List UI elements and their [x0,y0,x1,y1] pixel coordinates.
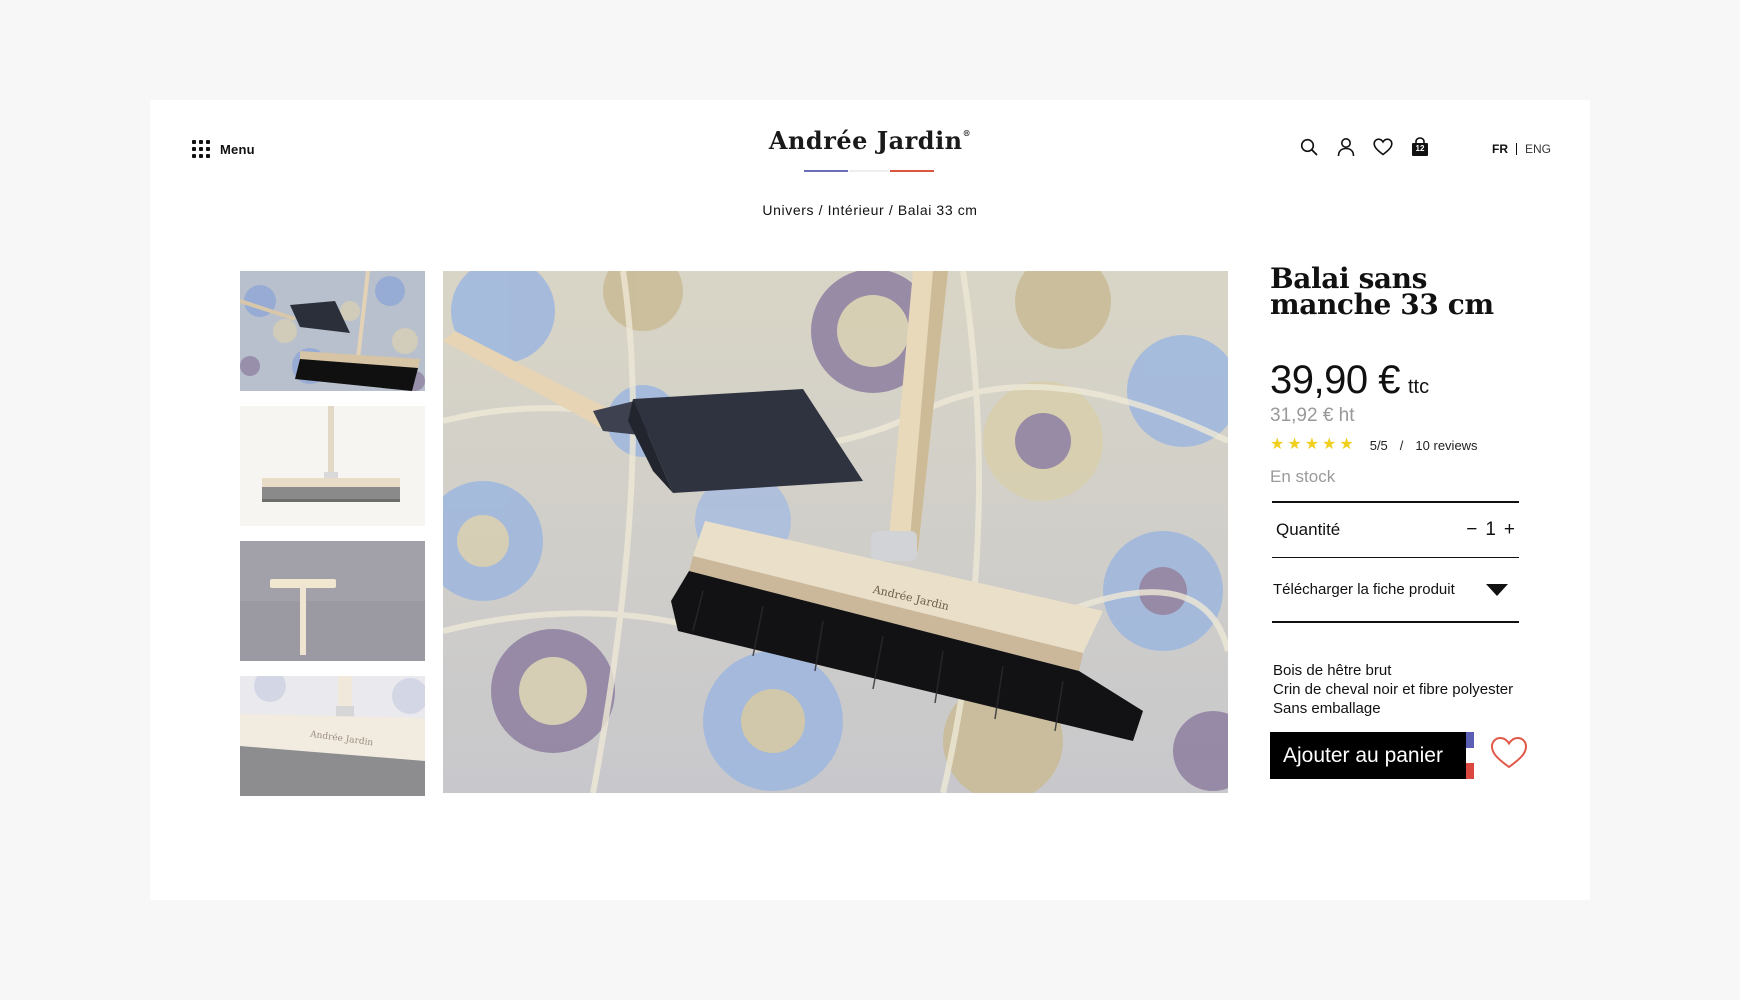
add-to-cart-button[interactable]: Ajouter au panier [1270,732,1474,780]
star-icon: ★ [1287,436,1302,453]
thumbnail-gallery: Andrée Jardin [240,271,425,811]
cart-count-badge: 12 [1415,144,1425,153]
price-ttc: 39,90 € ttc [1270,358,1550,403]
logo-text: Andrée Jardin® [768,126,972,155]
feature-item: Bois de hêtre brut [1273,662,1392,679]
star-icon: ★ [1339,436,1354,453]
breadcrumb-univers[interactable]: Univers [762,202,814,218]
lang-en[interactable]: ENG [1525,142,1551,156]
bag-icon[interactable]: 12 [1409,136,1431,158]
star-rating-icons: ★ ★ ★ ★ ★ [1270,437,1354,453]
stock-status: En stock [1270,467,1336,486]
price-value: 39,90 € [1270,358,1400,402]
thumbnail-2[interactable] [240,406,425,526]
reviews-link[interactable]: 10 reviews [1415,438,1477,453]
rating-value: 5/5 [1369,437,1388,453]
thumbnail-1[interactable] [240,271,425,391]
thumbnail-4[interactable]: Andrée Jardin [240,676,425,796]
breadcrumb-interieur[interactable]: Intérieur [828,202,885,218]
quantity-label: Quantité [1276,520,1341,539]
product-features: Bois de hêtre brut Crin de cheval noir e… [1273,661,1550,718]
star-icon: ★ [1322,436,1337,453]
add-to-cart-label: Ajouter au panier [1283,743,1443,767]
heart-icon[interactable] [1372,136,1394,158]
quantity-row: Quantité − 1 + [1272,501,1519,558]
lang-fr[interactable]: FR [1492,142,1508,156]
language-switcher: FR ENG [1492,142,1551,156]
french-flag-stripe [1466,732,1474,780]
product-info: Balai sans manche 33 cm 39,90 € ttc 31,9… [1270,262,1550,780]
main-product-image[interactable]: Andrée Jardin [443,271,1228,793]
breadcrumb: Univers / Intérieur / Balai 33 cm [762,202,978,218]
search-icon[interactable] [1298,136,1320,158]
header-icons: 12 [1298,136,1431,158]
star-icon: ★ [1270,436,1285,453]
page-card: Menu Andrée Jardin® 12 FR ENG Univers / … [150,100,1590,900]
quantity-stepper: − 1 + [1466,519,1515,541]
logo-flag-underline [804,170,934,172]
ttc-label: ttc [1407,376,1430,398]
product-title: Balai sans manche 33 cm [1270,262,1494,321]
rating[interactable]: ★ ★ ★ ★ ★ 5/5 / 10 reviews [1270,437,1550,453]
feature-item: Crin de cheval noir et fibre polyester [1273,681,1514,698]
user-icon[interactable] [1335,136,1357,158]
download-sheet-label: Télécharger la fiche produit [1273,581,1455,598]
quantity-increment-button[interactable]: + [1504,519,1515,541]
download-sheet-toggle[interactable]: Télécharger la fiche produit [1272,558,1519,623]
cta-row: Ajouter au panier [1270,732,1550,780]
breadcrumb-current: Balai 33 cm [897,202,978,218]
star-icon: ★ [1304,436,1320,453]
quantity-value[interactable]: 1 [1485,519,1496,541]
caret-down-icon [1486,583,1508,596]
lang-separator [1516,143,1517,155]
thumbnail-3[interactable] [240,541,425,661]
quantity-decrement-button[interactable]: − [1466,519,1477,541]
price-ht: 31,92 € ht [1270,405,1355,426]
feature-item: Sans emballage [1273,700,1381,717]
wishlist-heart-icon[interactable] [1490,736,1528,775]
